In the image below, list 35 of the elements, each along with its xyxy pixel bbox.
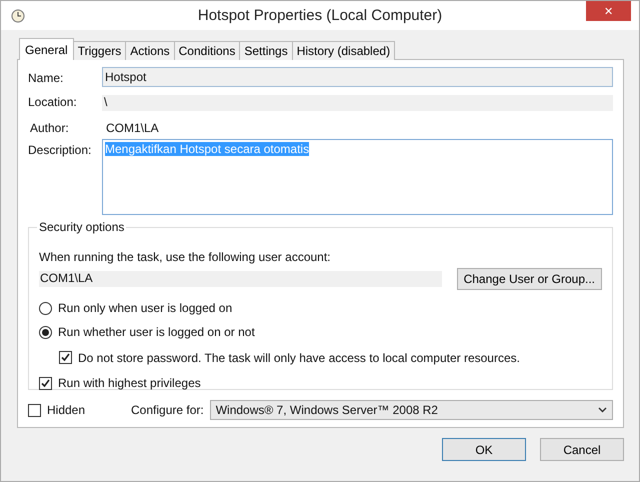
- tab[interactable]: Actions: [125, 41, 175, 60]
- account-field: COM1\LA: [39, 271, 442, 287]
- tab[interactable]: Settings: [239, 41, 293, 60]
- tab[interactable]: General: [19, 38, 74, 60]
- group-title: Security options: [37, 220, 126, 234]
- account-prompt: When running the task, use the following user account:: [39, 250, 332, 264]
- field-label: Name:: [28, 70, 64, 85]
- tab[interactable]: Conditions: [174, 41, 240, 60]
- field-label: Author:: [30, 120, 70, 135]
- checkbox[interactable]: [59, 351, 72, 364]
- checkbox[interactable]: [39, 376, 52, 390]
- option-label: Run with highest privileges: [58, 376, 201, 390]
- configure-dropdown[interactable]: Windows® 7, Windows Server™ 2008 R2: [210, 400, 613, 420]
- author-value: COM1\LA: [105, 120, 160, 135]
- close-button[interactable]: ✕: [586, 1, 631, 21]
- radio-button[interactable]: [39, 302, 52, 314]
- location-field: \: [102, 95, 613, 111]
- option-label: Do not store password. The task will only have access to local computer resources.: [78, 350, 520, 364]
- hidden-label: Hidden: [47, 403, 86, 417]
- radio-button[interactable]: [39, 326, 52, 338]
- field-label: Description:: [28, 142, 92, 157]
- dialog-button[interactable]: OK: [442, 438, 526, 461]
- tab[interactable]: Triggers: [72, 41, 126, 60]
- window-title: Hotspot Properties (Local Computer): [196, 7, 444, 24]
- chevron-down-icon: [598, 407, 607, 413]
- field-label: Location:: [28, 94, 78, 109]
- change-user-button[interactable]: Change User or Group...: [456, 268, 602, 290]
- dialog-button[interactable]: Cancel: [540, 438, 624, 461]
- checkbox[interactable]: [28, 404, 41, 416]
- tab[interactable]: History (disabled): [292, 41, 396, 60]
- option-label: Run only when user is logged on: [58, 301, 232, 315]
- name-field[interactable]: Hotspot: [102, 67, 613, 87]
- configure-label: Configure for:: [131, 403, 204, 417]
- option-label: Run whether user is logged on or not: [58, 325, 255, 339]
- clock-icon: [11, 8, 25, 22]
